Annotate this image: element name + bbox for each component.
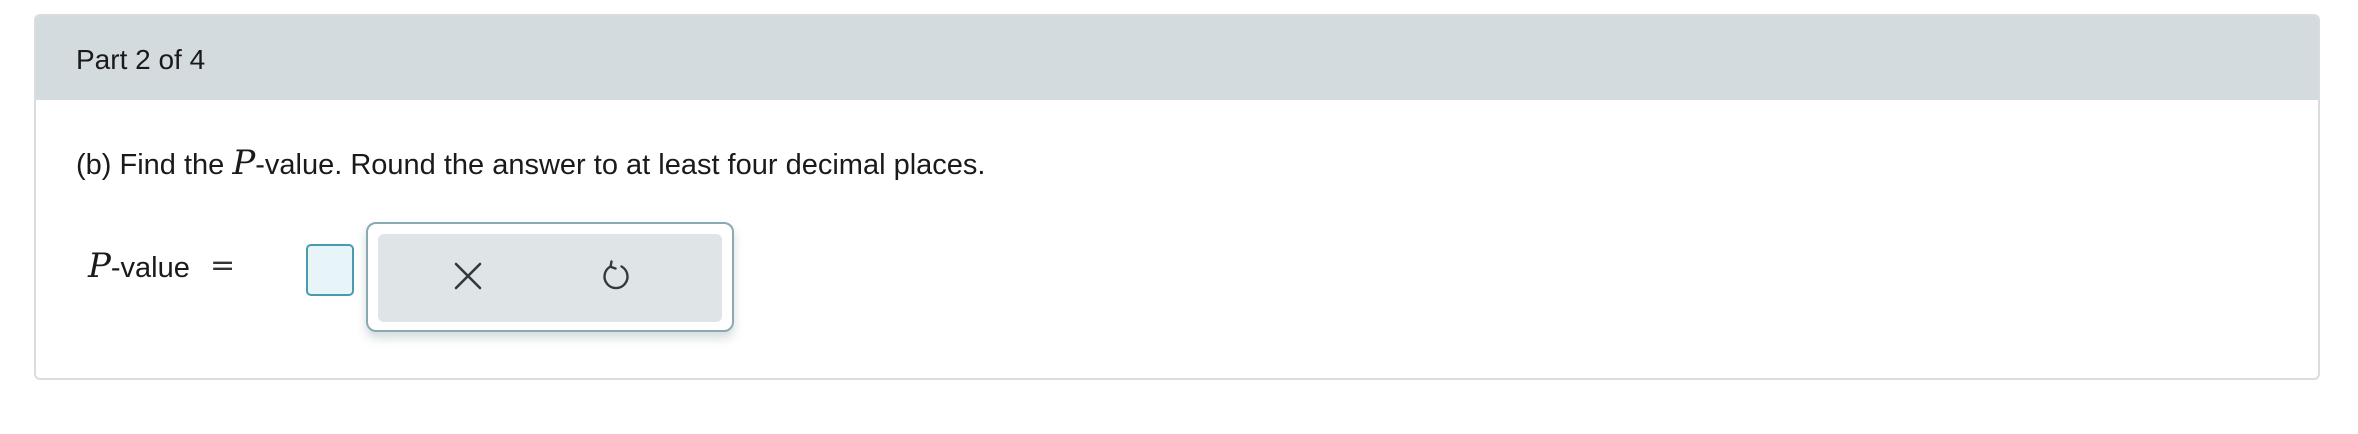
question-card: Part 2 of 4 (b) Find the P-value. Round … bbox=[34, 14, 2320, 380]
p-value-input[interactable] bbox=[306, 244, 354, 296]
question-suffix: -value. Round the answer to at least fou… bbox=[255, 149, 986, 181]
question-prefix: (b) Find the bbox=[76, 149, 233, 181]
part-header: Part 2 of 4 bbox=[36, 16, 2318, 100]
part-title: Part 2 of 4 bbox=[76, 44, 206, 75]
answer-label-variable: P bbox=[88, 246, 111, 286]
close-icon bbox=[452, 260, 484, 297]
equals-sign: = bbox=[210, 248, 236, 283]
undo-icon bbox=[599, 259, 633, 298]
answer-label-suffix: -value bbox=[110, 252, 190, 284]
answer-toolbar-inner bbox=[378, 234, 722, 322]
question-text: (b) Find the P-value. Round the answer t… bbox=[76, 145, 985, 183]
question-variable: P bbox=[232, 143, 256, 183]
answer-toolbar bbox=[366, 222, 734, 332]
undo-button[interactable] bbox=[584, 246, 648, 310]
answer-label: P-value bbox=[88, 248, 190, 286]
clear-button[interactable] bbox=[436, 246, 500, 310]
